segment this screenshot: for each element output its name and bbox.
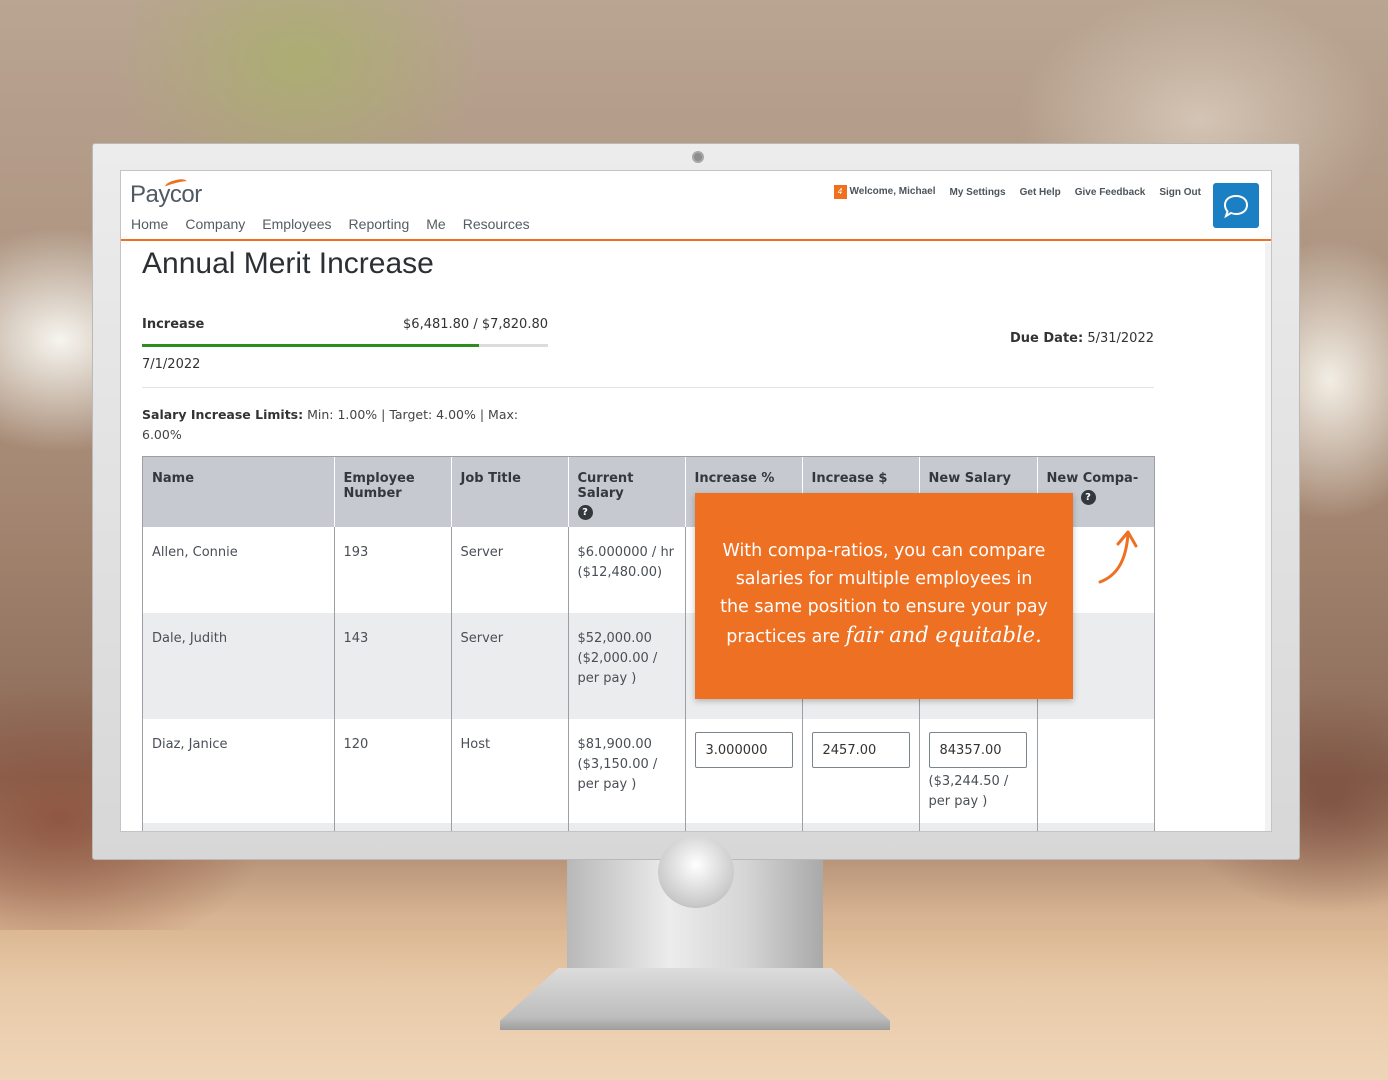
- increase-summary: Increase $6,481.80 / $7,820.80: [142, 317, 548, 337]
- effective-date: 7/1/2022: [142, 357, 201, 372]
- col-new-compa-label: New Compa-: [1046, 471, 1139, 486]
- cell-increase-pct: [685, 719, 803, 823]
- cell-increase-amt: [802, 719, 920, 823]
- nav-company[interactable]: Company: [185, 216, 245, 232]
- cell-title: Server: [451, 527, 569, 613]
- cell-salary: $81,900.00 ($3,150.00 / per pay ): [568, 719, 686, 823]
- new-salary-input[interactable]: [928, 732, 1027, 768]
- help-icon[interactable]: ?: [1080, 490, 1096, 505]
- table-row: Diaz, Janice 120 Host $81,900.00 ($3,150…: [143, 719, 1154, 823]
- due-date: Due Date: 5/31/2022: [1010, 331, 1154, 346]
- col-employee-number[interactable]: Employee Number: [334, 457, 452, 527]
- chat-bubble-icon: [1223, 194, 1249, 218]
- cell-empty: [685, 823, 803, 831]
- nav-employees[interactable]: Employees: [262, 216, 331, 232]
- monitor-stand-base: [500, 968, 890, 1030]
- divider: [142, 387, 1154, 388]
- cell-empty: [919, 823, 1038, 831]
- cell-title: Host: [451, 719, 569, 823]
- col-job-title[interactable]: Job Title: [451, 457, 569, 527]
- cell-salary: $6.000000 / hr ($12,480.00): [568, 527, 686, 613]
- marketing-callout: With compa-ratios, you can compare salar…: [695, 493, 1073, 699]
- page-title: Annual Merit Increase: [142, 247, 434, 280]
- help-icon[interactable]: ?: [577, 505, 593, 520]
- cell-new-salary: ($3,244.50 / per pay ): [919, 719, 1038, 823]
- chat-button[interactable]: [1213, 183, 1259, 228]
- col-current-salary-label: Current Salary: [577, 471, 634, 501]
- nav-resources[interactable]: Resources: [463, 216, 530, 232]
- increase-amt-input[interactable]: [811, 732, 910, 768]
- cell-name[interactable]: Diaz, Janice: [143, 719, 335, 823]
- cell-name[interactable]: Allen, Connie: [143, 527, 335, 613]
- cell-number: 120: [334, 719, 452, 823]
- my-settings-link[interactable]: My Settings: [949, 187, 1005, 198]
- cell-empty: [143, 823, 335, 831]
- cell-name[interactable]: Dale, Judith: [143, 613, 335, 719]
- vertical-scrollbar[interactable]: [1265, 243, 1271, 831]
- cell-number: 143: [334, 613, 452, 719]
- page-content: Annual Merit Increase Increase $6,481.80…: [142, 247, 1154, 442]
- new-salary-per-pay: ($3,244.50 / per pay ): [928, 774, 1009, 809]
- due-date-value: 5/31/2022: [1087, 331, 1154, 346]
- due-date-label: Due Date:: [1010, 331, 1084, 346]
- callout-arrow-icon: [1098, 530, 1138, 584]
- increase-label: Increase: [142, 317, 205, 332]
- webcam-icon: [692, 151, 704, 163]
- cell-empty: [568, 823, 686, 831]
- salary-limits: Salary Increase Limits: Min: 1.00% | Tar…: [142, 405, 522, 445]
- cell-new-compa: [1037, 719, 1154, 823]
- cell-salary: $52,000.00 ($2,000.00 / per pay ): [568, 613, 686, 719]
- get-help-link[interactable]: Get Help: [1020, 187, 1061, 198]
- col-name[interactable]: Name: [143, 457, 335, 527]
- table-row: [143, 823, 1154, 831]
- main-nav: Home Company Employees Reporting Me Reso…: [131, 216, 530, 232]
- cell-empty: [1037, 823, 1154, 831]
- col-current-salary[interactable]: Current Salary?: [568, 457, 686, 527]
- increase-progress-fill: [142, 344, 479, 347]
- top-navigation: Paycor Home Company Employees Reporting …: [121, 171, 1271, 241]
- nav-home[interactable]: Home: [131, 216, 168, 232]
- sign-out-link[interactable]: Sign Out: [1159, 187, 1201, 198]
- cell-empty: [334, 823, 452, 831]
- increase-amount: $6,481.80 / $7,820.80: [403, 317, 548, 332]
- increase-pct-input[interactable]: [694, 732, 793, 768]
- increase-progress-bar: [142, 344, 548, 347]
- nav-reporting[interactable]: Reporting: [349, 216, 410, 232]
- cell-title: Server: [451, 613, 569, 719]
- limits-label: Salary Increase Limits:: [142, 407, 304, 422]
- welcome-link[interactable]: 4 Welcome, Michael: [833, 185, 936, 199]
- cell-empty: [802, 823, 920, 831]
- cell-empty: [451, 823, 569, 831]
- notification-badge[interactable]: 4: [833, 185, 847, 199]
- monitor-stand-hole: [658, 836, 734, 908]
- welcome-text: Welcome, Michael: [849, 186, 936, 197]
- cell-number: 193: [334, 527, 452, 613]
- nav-me[interactable]: Me: [426, 216, 445, 232]
- callout-script-text: fair and equitable.: [845, 623, 1042, 647]
- utility-links: 4 Welcome, Michael My Settings Get Help G…: [833, 185, 1201, 199]
- give-feedback-link[interactable]: Give Feedback: [1075, 187, 1146, 198]
